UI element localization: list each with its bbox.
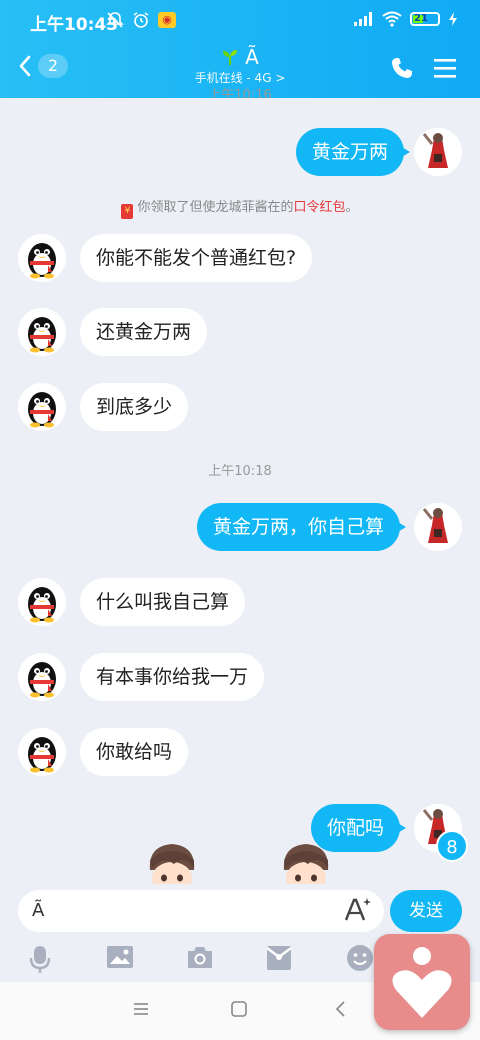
message-bubble-in[interactable]: 什么叫我自己算 <box>80 578 246 626</box>
status-bar: 上午10:43 ◉ 21 <box>0 0 480 42</box>
chat-title: Ã <box>245 45 259 69</box>
phone-icon[interactable] <box>390 56 414 80</box>
back-button[interactable]: 2 <box>18 54 68 78</box>
sticker-character <box>278 844 334 892</box>
message-bubble-in[interactable]: 还黄金万两 <box>80 308 208 356</box>
charging-icon <box>449 12 457 26</box>
message-bubble-in[interactable]: 你敢给吗 <box>80 728 189 776</box>
message-bubble-in[interactable]: 你能不能发个普通红包? <box>80 234 313 282</box>
system-message: ¥ 你领取了但使龙城菲酱在的口令红包。 <box>0 196 480 219</box>
mic-icon[interactable] <box>28 944 52 974</box>
friend-avatar[interactable] <box>18 728 66 776</box>
font-style-icon[interactable] <box>342 896 372 924</box>
message-input[interactable] <box>18 890 384 932</box>
emoji-icon[interactable] <box>346 944 374 972</box>
status-chevron: > <box>275 71 286 85</box>
self-avatar[interactable] <box>414 128 462 176</box>
status-icons-left: ◉ <box>106 11 176 29</box>
home-icon[interactable] <box>230 1000 248 1018</box>
signal-icon <box>354 12 372 26</box>
friend-avatar[interactable] <box>18 578 66 626</box>
back-nav-icon[interactable] <box>332 1000 350 1018</box>
battery-icon: 21 <box>410 12 440 26</box>
wifi-icon <box>382 11 402 27</box>
timestamp-partial: 上午10:16 <box>208 88 272 98</box>
mute-icon <box>106 12 124 28</box>
message-bubble-out[interactable]: 黄金万两 <box>295 128 411 176</box>
red-packet-link[interactable]: 口令红包 <box>293 200 345 215</box>
friend-avatar[interactable] <box>18 383 66 431</box>
status-time: 上午10:43 <box>30 15 119 35</box>
back-chevron-icon <box>19 55 31 77</box>
battery-level: 21 <box>414 13 428 24</box>
alarm-icon <box>133 12 149 28</box>
red-packet-icon: ¥ <box>121 204 134 219</box>
friend-avatar[interactable] <box>18 653 66 701</box>
friend-avatar[interactable] <box>18 234 66 282</box>
self-avatar[interactable] <box>414 503 462 551</box>
message-bubble-in[interactable]: 有本事你给我一万 <box>80 653 265 701</box>
sticker-character <box>144 844 200 892</box>
message-bubble-in[interactable]: 到底多少 <box>80 383 189 431</box>
send-button[interactable]: 发送 <box>390 890 462 932</box>
back-unread-badge: 2 <box>38 54 68 78</box>
red-packet-icon[interactable] <box>266 944 292 972</box>
status-icons-right: 21 <box>352 11 458 27</box>
floating-app-button[interactable] <box>374 934 470 1030</box>
camera-icon[interactable] <box>186 944 214 970</box>
input-bar: 发送 <box>0 888 480 938</box>
timestamp: 上午10:18 <box>208 464 272 479</box>
sprout-icon <box>223 50 238 65</box>
heart-person-icon <box>392 947 452 1018</box>
chat-title-block[interactable]: Ã 手机在线 - 4G > <box>140 44 340 86</box>
weibo-icon: ◉ <box>158 12 176 28</box>
message-bubble-out[interactable]: 黄金万两，你自己算 <box>196 503 407 551</box>
unread-count-badge[interactable]: 8 <box>436 830 468 862</box>
recent-apps-icon[interactable] <box>132 1000 150 1018</box>
online-status: 手机在线 - 4G <box>194 71 272 85</box>
menu-icon[interactable] <box>432 56 458 80</box>
image-icon[interactable] <box>106 944 134 970</box>
friend-avatar[interactable] <box>18 308 66 356</box>
